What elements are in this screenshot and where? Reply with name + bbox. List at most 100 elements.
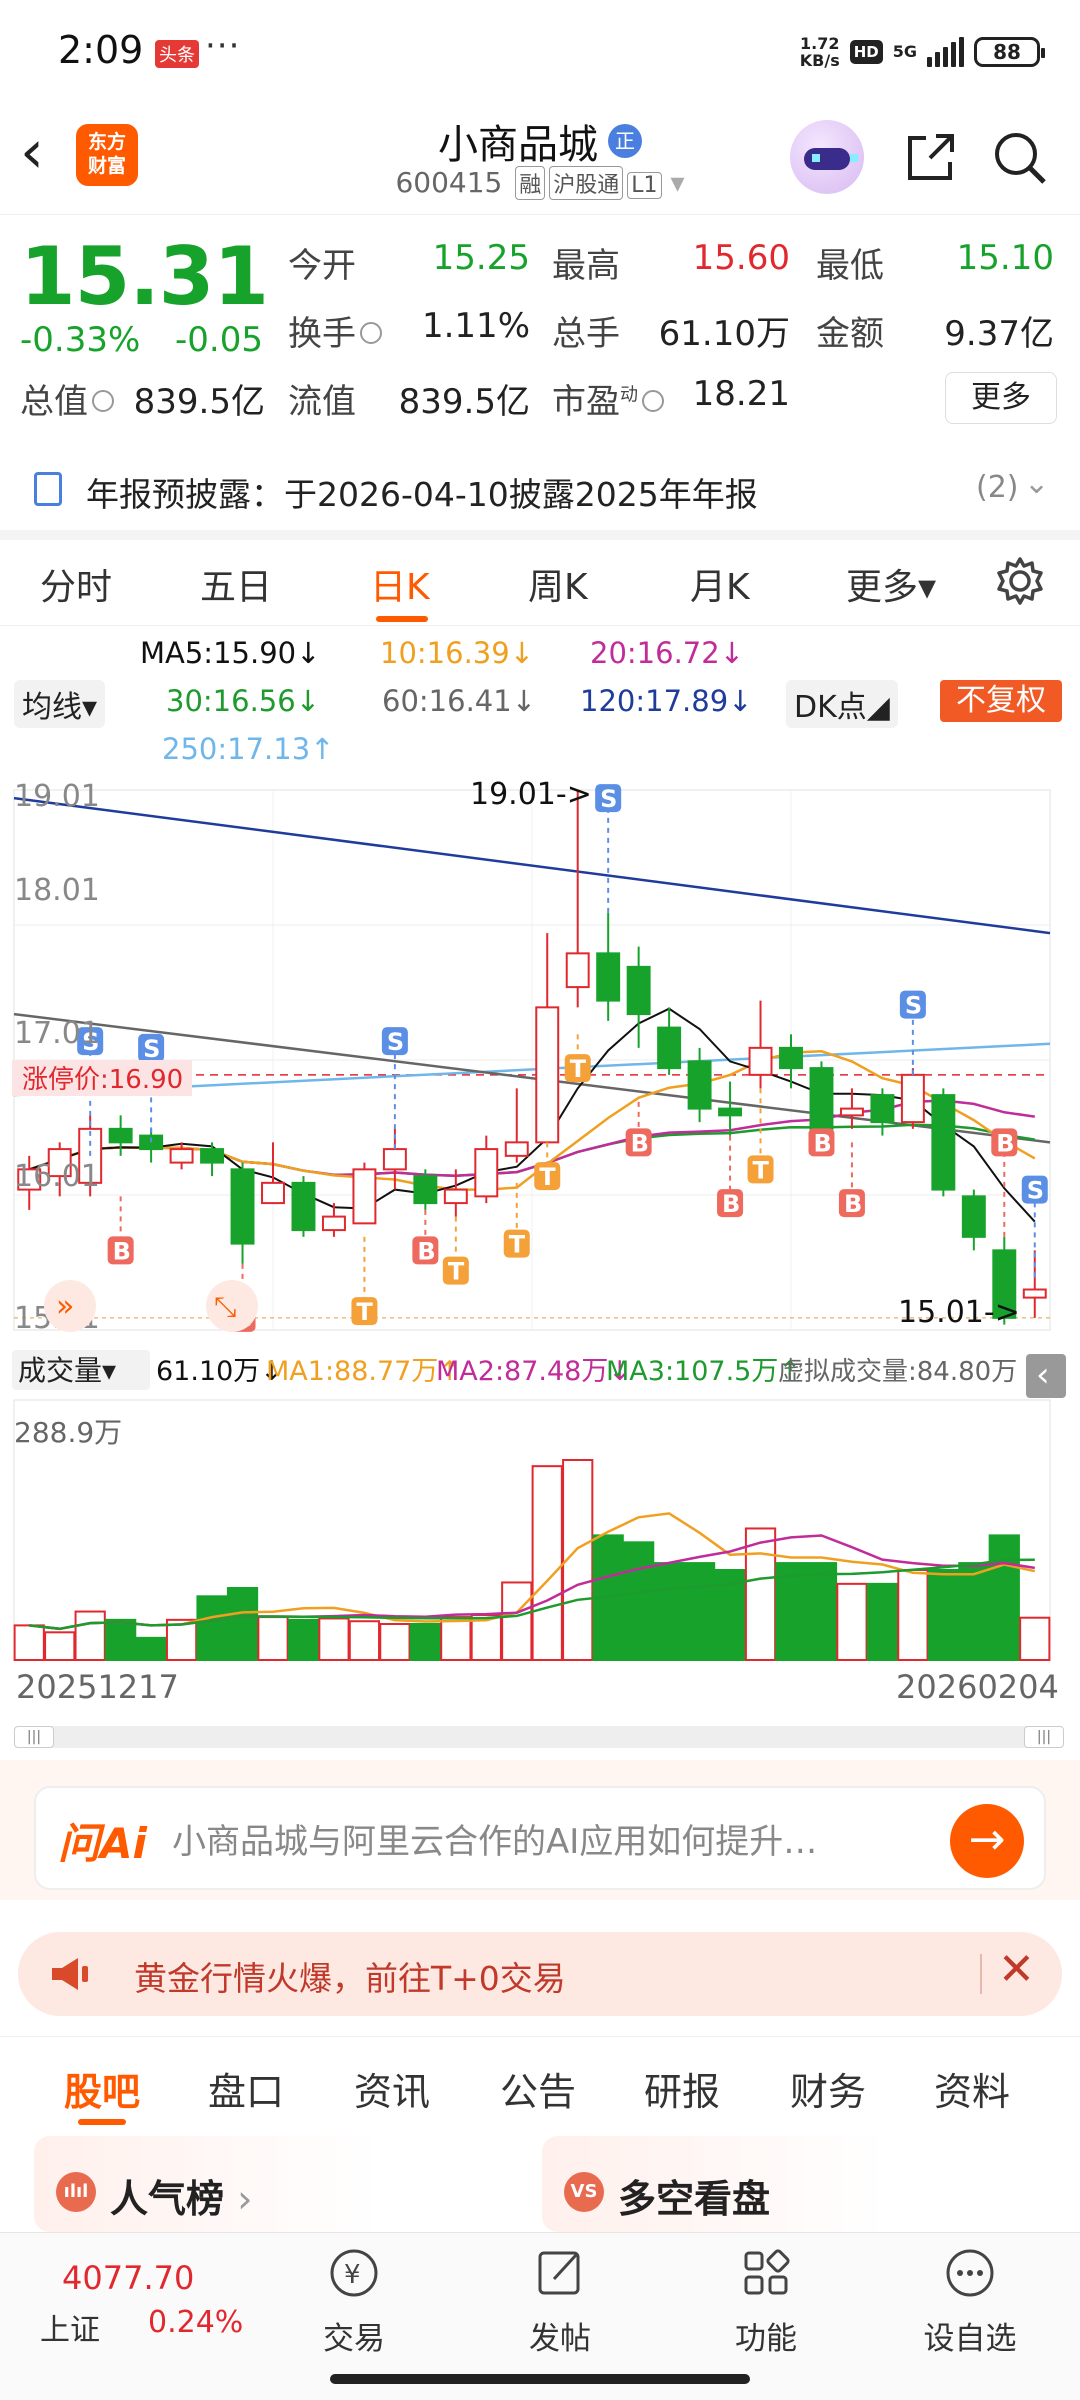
bar-chart-icon: ılıl	[56, 2172, 96, 2212]
end-date-label: 20260204	[896, 1668, 1059, 1706]
volume-bar	[1019, 1616, 1051, 1661]
signal-markers: SSSSSSBBBBBBBBTTTTTT	[77, 784, 1048, 1333]
candle	[108, 1115, 133, 1156]
candle-body	[169, 1148, 194, 1164]
connect-tag: 沪股通	[549, 166, 624, 200]
stock-code: 600415	[395, 166, 503, 199]
megaphone-icon	[52, 1958, 88, 1990]
limit-up-price-label: 涨停价:16.90	[22, 1065, 183, 1095]
long-short-card[interactable]: VS 多空看盘	[542, 2136, 1034, 2232]
tab-daily-k[interactable]: 日K	[370, 558, 430, 610]
volume-bar	[927, 1569, 959, 1662]
info-icon[interactable]	[642, 389, 664, 412]
nav-trade[interactable]: ¥ 交易	[284, 2245, 424, 2365]
chevron-left-icon[interactable]: ‹	[1036, 1355, 1050, 1395]
ai-assistant-icon[interactable]	[790, 120, 864, 194]
earnings-notice[interactable]: 年报预披露：于2026-04-10披露2025年年报 (2) ⌄	[0, 456, 1080, 526]
scroll-handle-right[interactable]: |||	[1024, 1726, 1064, 1748]
tab-announcements[interactable]: 公告	[500, 2061, 576, 2116]
status-indicators: 1.72 KB/s HD 5G 88	[800, 30, 1045, 74]
ai-area: 问Ai 小商品城与阿里云合作的AI应用如何提升… →	[0, 1760, 1080, 1900]
change-percent: -0.33%	[20, 320, 141, 360]
candle-body	[657, 1026, 682, 1070]
more-button[interactable]: 更多	[945, 372, 1057, 424]
tab-finance[interactable]: 财务	[790, 2061, 866, 2116]
info-icon[interactable]	[360, 321, 382, 344]
gear-icon[interactable]	[993, 554, 1047, 608]
tab-guba[interactable]: 股吧	[64, 2061, 140, 2116]
search-icon[interactable]	[990, 128, 1050, 188]
signal-b-marker: B	[722, 1190, 740, 1218]
chart-scrollbar[interactable]: ||| |||	[14, 1726, 1064, 1748]
card-title: 人气榜 ›	[110, 2177, 253, 2221]
volume-bar	[379, 1623, 411, 1662]
candle-body	[779, 1046, 803, 1070]
double-chevron-right-icon[interactable]: »	[56, 1289, 74, 1324]
index-name: 上证	[40, 2313, 100, 2348]
tab-pankou[interactable]: 盘口	[208, 2061, 284, 2116]
volume-bar	[13, 1624, 45, 1661]
candle	[657, 1007, 682, 1075]
share-icon[interactable]	[900, 128, 960, 188]
card-title: 多空看盘	[618, 2177, 771, 2221]
app-header: ‹ 东方 财富 小商品城 正 600415 融沪股通 L1 ▾	[0, 100, 1080, 215]
low-label: 最低	[816, 246, 884, 286]
dk-point-button[interactable]: DK点◢	[786, 680, 898, 728]
candle-body	[1022, 1288, 1047, 1299]
tab-5day[interactable]: 五日	[200, 558, 272, 610]
arrow-right-icon[interactable]: →	[950, 1804, 1024, 1878]
candle	[169, 1142, 194, 1170]
volume-bar	[409, 1623, 441, 1662]
start-date-label: 20251217	[16, 1668, 179, 1706]
candle-body	[230, 1168, 255, 1245]
scroll-handle-left[interactable]: |||	[14, 1726, 54, 1748]
float-value: 839.5亿	[398, 382, 530, 422]
kline-chart[interactable]: SSSSSSBBBBBBBBTTTTTT 19.01 18.01 17.01 1…	[0, 770, 1080, 1750]
moving-average-dropdown[interactable]: 均线▾	[14, 680, 106, 728]
chevron-down-icon: ▾	[670, 166, 685, 199]
home-indicator	[330, 2374, 750, 2384]
nav-add-watchlist[interactable]: 设自选	[900, 2245, 1040, 2365]
tab-research[interactable]: 研报	[644, 2061, 720, 2116]
ai-question-box[interactable]: 问Ai 小商品城与阿里云合作的AI应用如何提升… →	[34, 1786, 1046, 1890]
status-bar: 2:09 头条 ··· 1.72 KB/s HD 5G 88	[0, 0, 1080, 100]
high-value: 15.60	[692, 238, 790, 278]
candle-body	[870, 1094, 895, 1124]
tab-profile[interactable]: 资料	[934, 2061, 1010, 2116]
promo-banner[interactable]: 黄金行情火爆，前往T+0交易 ✕	[18, 1932, 1062, 2016]
tab-more[interactable]: 更多▾	[846, 558, 936, 610]
y-tick-label: 18.01	[14, 873, 100, 908]
tab-monthly-k[interactable]: 月K	[690, 558, 750, 610]
signal-icon	[927, 37, 964, 67]
ma30-label: 30:16.56↓	[166, 684, 320, 718]
popularity-card[interactable]: ılıl 人气榜 ›	[34, 2136, 526, 2232]
expand-arrows-icon[interactable]: ⤡	[214, 1290, 236, 1323]
candle	[1022, 1250, 1047, 1318]
wen-ai-logo: 问Ai	[58, 1819, 147, 1868]
signal-t-marker: T	[539, 1163, 556, 1191]
open-value: 15.25	[432, 238, 530, 278]
volume-indicator-dropdown[interactable]: 成交量▾	[18, 1354, 116, 1387]
volume-bar	[440, 1616, 472, 1661]
active-tab-indicator	[376, 616, 428, 622]
candle-body	[931, 1094, 956, 1191]
info-icon[interactable]	[92, 389, 114, 412]
tab-weekly-k[interactable]: 周K	[528, 558, 588, 610]
tab-news[interactable]: 资讯	[354, 2061, 430, 2116]
close-icon[interactable]: ✕	[998, 1944, 1035, 1995]
volume-bar	[226, 1587, 259, 1661]
tab-intraday[interactable]: 分时	[40, 558, 112, 610]
level-tag: L1	[627, 172, 662, 199]
nav-post[interactable]: 发帖	[490, 2245, 630, 2365]
signal-s-marker: S	[143, 1035, 160, 1063]
status-time: 2:09	[58, 28, 144, 72]
high-price-annotation: 19.01->	[470, 777, 592, 812]
hd-icon: HD	[849, 40, 883, 64]
candle	[870, 1088, 895, 1136]
ma10-label: 10:16.39↓	[380, 636, 534, 670]
volume-bar	[135, 1636, 167, 1661]
pe-value: 18.21	[692, 374, 790, 414]
no-adjust-button[interactable]: 不复权	[940, 680, 1062, 722]
nav-functions[interactable]: 功能	[696, 2245, 836, 2365]
amount-label: 金额	[816, 314, 884, 354]
